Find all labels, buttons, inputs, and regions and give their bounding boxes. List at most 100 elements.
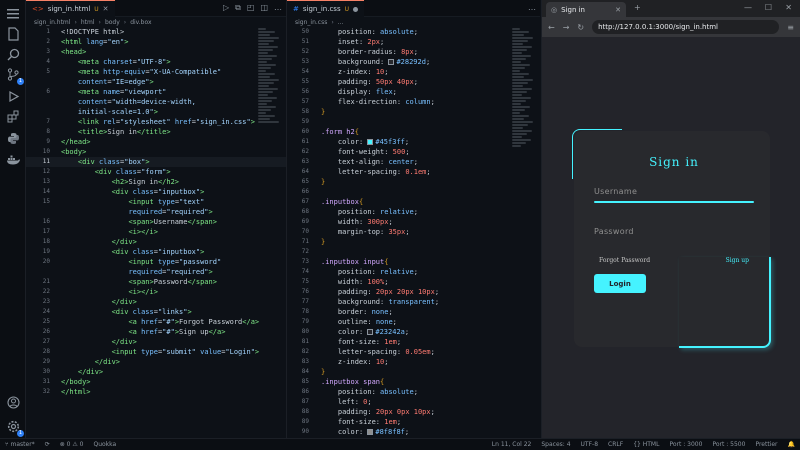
account-icon[interactable]	[5, 394, 21, 410]
eol-status[interactable]: CRLF	[608, 441, 623, 448]
code-line[interactable]: 66	[287, 187, 540, 197]
code-line[interactable]: 52 border-radius: 8px;	[287, 47, 540, 57]
code-line[interactable]: 55 padding: 50px 40px;	[287, 77, 540, 87]
code-line[interactable]: 17 <i></i>	[26, 227, 286, 237]
browser-menu-icon[interactable]: ≡	[787, 23, 794, 32]
code-line[interactable]: 16 <span>Username</span>	[26, 217, 286, 227]
code-line[interactable]: 2 <html lang="en">	[26, 37, 286, 47]
code-line[interactable]: content="IE=edge">	[26, 77, 286, 87]
code-line[interactable]: 32 </html>	[26, 387, 286, 397]
run-debug-icon[interactable]	[5, 88, 21, 104]
python-icon[interactable]	[5, 130, 21, 146]
code-line[interactable]: 67 .inputbox{	[287, 197, 540, 207]
code-line[interactable]: initial-scale=1.0">	[26, 107, 286, 117]
code-line[interactable]: 73 .inputbox input{	[287, 257, 540, 267]
code-line[interactable]: 25 <a href="#">Forgot Password</a>	[26, 317, 286, 327]
code-line[interactable]: 87 left: 0;	[287, 397, 540, 407]
code-line[interactable]: 88 padding: 20px 0px 10px;	[287, 407, 540, 417]
code-line[interactable]: 14 <div class="inputbox">	[26, 187, 286, 197]
breadcrumb-item[interactable]: ...	[338, 19, 344, 26]
code-line[interactable]: 75 width: 100%;	[287, 277, 540, 287]
code-line[interactable]: 71}	[287, 237, 540, 247]
compare-icon[interactable]: ⧉	[235, 3, 241, 13]
code-line[interactable]: 77 background: transparent;	[287, 297, 540, 307]
live-server-port-3000[interactable]: Port : 3000	[669, 441, 702, 448]
tab-sign-in-html[interactable]: <> sign_in.html U ✕	[26, 0, 115, 17]
code-line[interactable]: 70 margin-top: 35px;	[287, 227, 540, 237]
breadcrumb-item[interactable]: body	[105, 19, 120, 26]
code-line[interactable]: 57 flex-direction: column;	[287, 97, 540, 107]
code-line[interactable]: 89 font-size: 1em;	[287, 417, 540, 427]
forgot-password-link[interactable]: Forgot Password	[599, 257, 650, 264]
live-server-port-5500[interactable]: Port : 5500	[712, 441, 745, 448]
code-line[interactable]: 29 </div>	[26, 357, 286, 367]
code-line[interactable]: 1 <!DOCTYPE html>	[26, 27, 286, 37]
code-line[interactable]: 28 <input type="submit" value="Login">	[26, 347, 286, 357]
code-line[interactable]: 74 position: relative;	[287, 267, 540, 277]
reload-icon[interactable]: ↻	[577, 23, 584, 32]
close-tab-icon[interactable]: ✕	[615, 6, 621, 14]
code-line[interactable]: 64 letter-spacing: 0.1em;	[287, 167, 540, 177]
modified-dot-icon[interactable]	[353, 6, 359, 12]
encoding-status[interactable]: UTF-8	[581, 441, 599, 448]
code-line[interactable]: 31 </body>	[26, 377, 286, 387]
split-editor-icon[interactable]: ◫	[260, 3, 268, 13]
cursor-position[interactable]: Ln 11, Col 22	[492, 441, 532, 448]
settings-icon[interactable]: 1	[5, 418, 24, 437]
code-line[interactable]: 83 z-index: 10;	[287, 357, 540, 367]
problems-status[interactable]: ⊗ 0 ⚠ 0	[60, 441, 84, 448]
sync-icon[interactable]: ⟳	[45, 441, 50, 448]
code-line[interactable]: 8 <title>Sign in</title>	[26, 127, 286, 137]
code-line[interactable]: 11 <div class="box">	[26, 157, 286, 167]
code-line[interactable]: 68 position: relative;	[287, 207, 540, 217]
language-mode[interactable]: {} HTML	[633, 441, 659, 448]
minimap[interactable]	[258, 28, 280, 178]
code-editor-html[interactable]: 1 <!DOCTYPE html> 2 <html lang="en"> 3 <head>…	[26, 27, 286, 397]
code-line[interactable]: 15 <input type="text"	[26, 197, 286, 207]
back-icon[interactable]: ←	[548, 23, 555, 32]
quokka-status[interactable]: Quokka	[93, 441, 116, 448]
code-line[interactable]: 79 outline: none;	[287, 317, 540, 327]
minimap[interactable]	[512, 28, 534, 178]
code-line[interactable]: 4 <meta charset="UTF-8">	[26, 57, 286, 67]
code-line[interactable]: 53 background: #28292d;	[287, 57, 540, 67]
code-line[interactable]: 54 z-index: 10;	[287, 67, 540, 77]
breadcrumb-item[interactable]: div.box	[130, 19, 151, 26]
minimize-icon[interactable]: —	[744, 3, 752, 12]
code-line[interactable]: 84}	[287, 367, 540, 377]
code-line[interactable]: 90 color: #8f8f8f;	[287, 427, 540, 437]
code-line[interactable]: 21 <span>Password</span>	[26, 277, 286, 287]
forward-icon[interactable]: →	[563, 23, 570, 32]
code-line[interactable]: 24 <div class="links">	[26, 307, 286, 317]
password-inputbox[interactable]: Password	[594, 227, 754, 249]
code-line[interactable]: 20 <input type="password"	[26, 257, 286, 267]
browser-tab[interactable]: ◎ Sign in ✕	[546, 2, 626, 17]
new-tab-icon[interactable]: +	[634, 3, 641, 12]
username-inputbox[interactable]: Username	[594, 187, 754, 209]
code-line[interactable]: 60 .form h2{	[287, 127, 540, 137]
code-line[interactable]: 61 color: #45f3ff;	[287, 137, 540, 147]
sign-up-link[interactable]: Sign up	[726, 257, 749, 264]
close-icon[interactable]: ✕	[103, 5, 109, 13]
code-line[interactable]: 27 </div>	[26, 337, 286, 347]
code-line[interactable]: 78 border: none;	[287, 307, 540, 317]
code-line[interactable]: 69 width: 300px;	[287, 217, 540, 227]
more-actions-icon[interactable]: …	[274, 3, 282, 13]
code-line[interactable]: 6 <meta name="viewport"	[26, 87, 286, 97]
extensions-icon[interactable]	[5, 108, 21, 124]
code-line[interactable]: 12 <div class="form">	[26, 167, 286, 177]
code-line[interactable]: 86 position: absolute;	[287, 387, 540, 397]
files-icon[interactable]	[5, 26, 21, 42]
code-line[interactable]: 19 <div class="inputbox">	[26, 247, 286, 257]
code-line[interactable]: 26 <a href="#">Sign up</a>	[26, 327, 286, 337]
code-line[interactable]: 85 .inputbox span{	[287, 377, 540, 387]
breadcrumb-item[interactable]: html	[81, 19, 95, 26]
login-button[interactable]: Login	[594, 274, 646, 293]
code-line[interactable]: 7 <link rel="stylesheet" href="sign_in.c…	[26, 117, 286, 127]
code-line[interactable]: 5 <meta http-equiv="X-UA-Compatible"	[26, 67, 286, 77]
breadcrumb-item[interactable]: sign_in.html	[34, 19, 70, 26]
code-line[interactable]: 76 padding: 20px 20px 10px;	[287, 287, 540, 297]
code-line[interactable]: 9 </head>	[26, 137, 286, 147]
code-line[interactable]: 59	[287, 117, 540, 127]
code-line[interactable]: 3 <head>	[26, 47, 286, 57]
